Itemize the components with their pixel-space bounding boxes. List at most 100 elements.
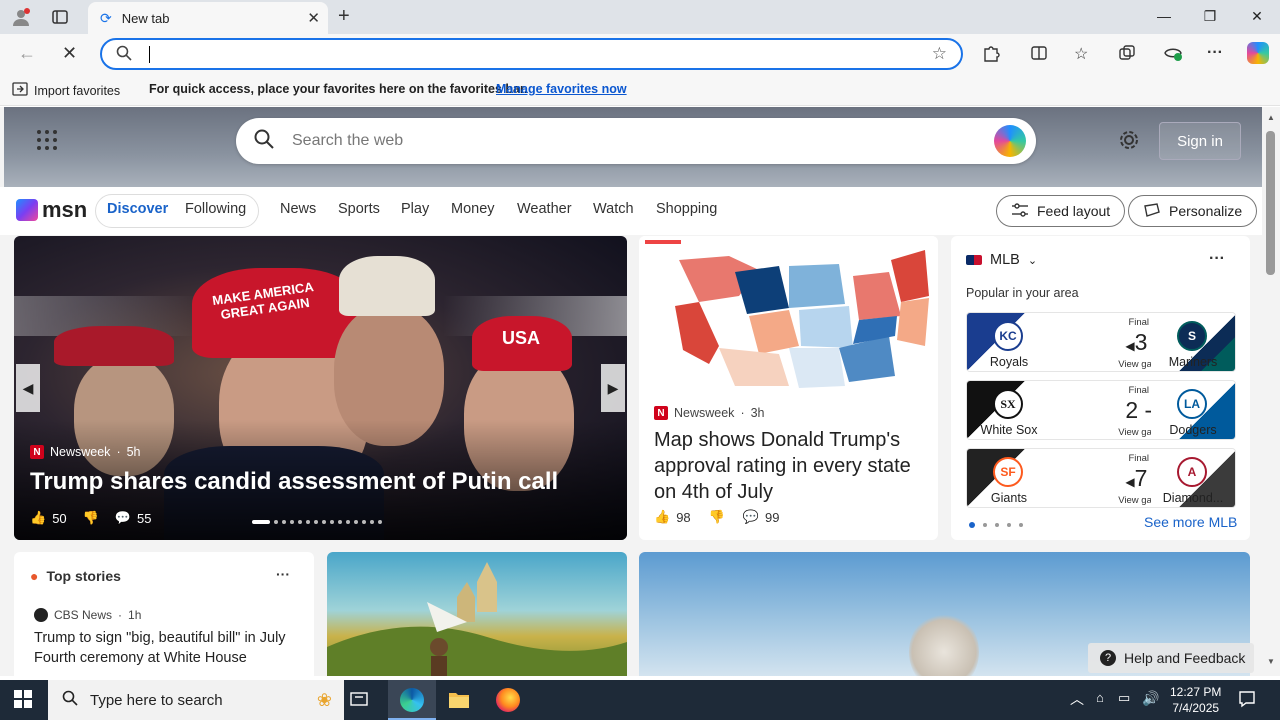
copilot-icon[interactable] — [994, 125, 1026, 157]
windows-start-icon[interactable] — [14, 690, 32, 713]
top-story-source: CBS News · 1h — [34, 608, 141, 622]
hero-headline[interactable]: Trump shares candid assessment of Putin … — [30, 468, 558, 496]
firefox-icon[interactable] — [496, 688, 520, 712]
favorites-icon[interactable]: ☆ — [1074, 44, 1088, 64]
feed-layout-button[interactable]: Feed layout — [996, 195, 1126, 227]
home-team-name: Giants — [990, 491, 1028, 505]
taskbar-search-box[interactable]: Type here to search ❀ — [48, 680, 344, 720]
top-story-headline[interactable]: Trump to sign "big, beautiful bill" in J… — [34, 628, 304, 668]
system-clock[interactable]: 12:27 PM 7/4/2025 — [1170, 684, 1221, 716]
top-story-source-name: CBS News — [54, 608, 113, 622]
chevron-down-icon: ⌄ — [1027, 254, 1038, 267]
mlb-subtitle: Popular in your area — [966, 286, 1079, 300]
web-search-box[interactable]: Search the web — [236, 118, 1036, 164]
profile-icon[interactable] — [10, 6, 32, 28]
windows-taskbar: Type here to search ❀ ︿ ⌂ ▭ 🔊 12:27 PM 7… — [0, 680, 1280, 720]
personalize-button[interactable]: Personalize — [1128, 195, 1258, 227]
map-like-count: 98 — [676, 509, 691, 525]
game-row[interactable]: SF Giants Final · Jul 4 ◀7 - 2 View game… — [966, 448, 1236, 508]
carousel-dots[interactable] — [252, 520, 382, 524]
tab-new-tab[interactable]: ⟳ New tab ✕ — [88, 2, 328, 34]
scroll-down-arrow[interactable]: ▼ — [1267, 657, 1275, 666]
back-icon[interactable]: ← — [18, 43, 36, 64]
settings-gear-icon[interactable] — [1118, 129, 1140, 157]
notifications-icon[interactable] — [1238, 690, 1256, 713]
taskbar-edge-app[interactable] — [388, 680, 436, 720]
tab-discover[interactable]: Discover — [107, 201, 168, 217]
map-story-card[interactable]: N Newsweek · 3h Map shows Donald Trump's… — [639, 236, 938, 540]
see-more-mlb-link[interactable]: See more MLB — [1144, 514, 1237, 530]
search-icon — [116, 45, 132, 65]
wifi-icon[interactable]: ▭ — [1118, 690, 1130, 706]
castle-illustration — [327, 562, 627, 676]
carousel-prev-button[interactable]: ◀ — [16, 364, 40, 412]
favorite-star-icon[interactable]: ☆ — [932, 44, 947, 64]
dislike-icon[interactable]: 👎 — [83, 510, 99, 526]
new-tab-button[interactable]: + — [338, 5, 350, 28]
copilot-icon[interactable] — [1247, 42, 1269, 64]
scroll-up-arrow[interactable]: ▲ — [1267, 113, 1275, 122]
minimize-icon[interactable]: — — [1149, 8, 1179, 24]
restore-icon[interactable]: ❐ — [1195, 8, 1225, 25]
question-icon: ? — [1100, 650, 1116, 666]
browser-toolbar: ← ✕ ☆ ☆ ··· — [0, 34, 1280, 74]
nav-money[interactable]: Money — [451, 201, 495, 217]
sliders-icon — [1011, 202, 1029, 220]
import-favorites-button[interactable]: Import favorites — [12, 82, 120, 99]
nav-shopping[interactable]: Shopping — [656, 201, 717, 217]
manage-favorites-link[interactable]: Manage favorites now — [496, 82, 627, 96]
game-row[interactable]: SX White Sox Final · Jul 4 2 - 6▶ View g… — [966, 380, 1236, 440]
file-explorer-icon[interactable] — [448, 689, 470, 714]
mlb-pager-dots[interactable] — [969, 522, 1023, 528]
like-icon[interactable]: 👍 — [30, 510, 46, 526]
personalize-icon — [1143, 202, 1161, 220]
web-search-placeholder: Search the web — [292, 132, 404, 149]
smoke-plume — [909, 612, 979, 676]
collections-icon[interactable] — [1118, 44, 1136, 67]
address-bar[interactable]: ☆ — [100, 38, 963, 70]
extensions-icon[interactable] — [982, 44, 1000, 67]
dislike-icon[interactable]: 👎 — [709, 509, 725, 525]
task-view-icon[interactable] — [350, 690, 368, 713]
sign-in-button[interactable]: Sign in — [1159, 122, 1241, 160]
network-status-icon[interactable]: ⌂ — [1096, 690, 1104, 705]
nav-watch[interactable]: Watch — [593, 201, 634, 217]
hero-story-card[interactable]: MAKE AMERICA GREAT AGAIN USA ◀ ▶ N Newsw… — [14, 236, 627, 540]
app-launcher-icon[interactable] — [36, 129, 58, 157]
more-options-icon[interactable]: ··· — [276, 566, 290, 582]
game-promo-card[interactable] — [327, 552, 627, 676]
tab-following[interactable]: Following — [185, 201, 246, 217]
hero-comment-count: 55 — [137, 510, 152, 526]
more-options-icon[interactable]: ··· — [1209, 250, 1225, 268]
carousel-next-button[interactable]: ▶ — [601, 364, 625, 412]
favorites-bar: Import favorites For quick access, place… — [0, 74, 1280, 106]
nav-sports[interactable]: Sports — [338, 201, 380, 217]
comment-icon[interactable]: 💬 — [115, 510, 131, 526]
more-options-icon[interactable]: ··· — [1207, 44, 1223, 62]
close-window-icon[interactable]: ✕ — [1242, 8, 1272, 25]
help-feedback-button[interactable]: ? Help and Feedback — [1088, 643, 1254, 673]
nav-news[interactable]: News — [280, 201, 316, 217]
tab-title: New tab — [121, 10, 170, 26]
nav-play[interactable]: Play — [401, 201, 429, 217]
text-cursor — [149, 46, 150, 63]
page-scrollbar[interactable]: ▲ ▼ — [1262, 107, 1280, 676]
show-hidden-icons-icon[interactable]: ︿ — [1070, 689, 1084, 709]
game-row[interactable]: KC Royals Final · Jul 4 ◀3 - 2 View game… — [966, 312, 1236, 372]
map-story-headline[interactable]: Map shows Donald Trump's approval rating… — [654, 427, 929, 505]
browser-essentials-icon[interactable] — [1163, 44, 1183, 67]
split-screen-icon[interactable] — [1030, 44, 1048, 67]
mlb-header[interactable]: MLB ⌄ — [966, 252, 1037, 268]
mlb-title: MLB — [990, 252, 1020, 268]
msn-logo[interactable]: msn — [16, 197, 87, 223]
close-tab-icon[interactable]: ✕ — [307, 9, 320, 27]
stop-loading-icon[interactable]: ✕ — [62, 43, 77, 64]
import-icon — [12, 82, 28, 99]
white-sox-logo-icon: SX — [993, 389, 1023, 419]
tab-actions-icon[interactable] — [49, 6, 71, 28]
nav-weather[interactable]: Weather — [517, 201, 572, 217]
scrollbar-thumb[interactable] — [1266, 131, 1275, 275]
volume-icon[interactable]: 🔊 — [1142, 690, 1159, 707]
comment-icon[interactable]: 💬 — [743, 509, 759, 525]
like-icon[interactable]: 👍 — [654, 509, 670, 525]
